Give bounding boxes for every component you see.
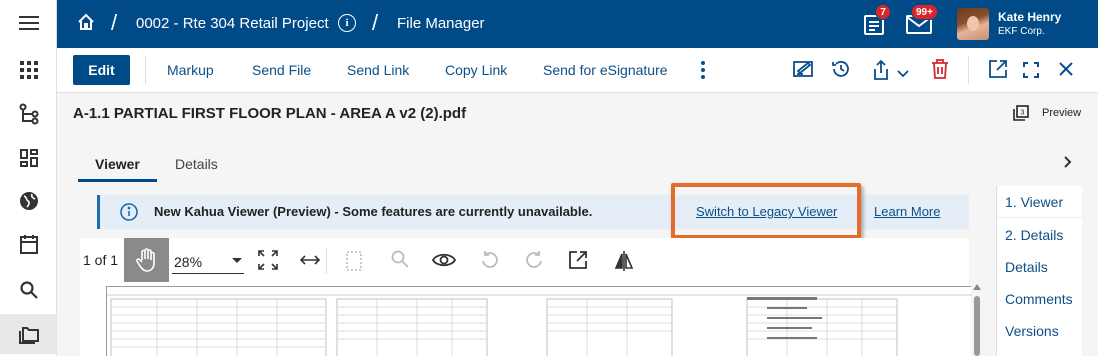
user-org: EKF Corp.: [998, 26, 1045, 37]
section-nav-versions[interactable]: Versions: [1005, 323, 1059, 339]
toolbar-divider: [968, 56, 969, 84]
share-icon[interactable]: [871, 59, 891, 84]
section-nav-details-numbered[interactable]: 2. Details: [1005, 227, 1063, 243]
file-toolbar: Edit Markup Send File Send Link Copy Lin…: [57, 48, 1098, 93]
search-icon[interactable]: [0, 270, 57, 310]
files-icon[interactable]: [0, 314, 57, 354]
chevron-right-icon[interactable]: [1062, 155, 1072, 172]
send-esignature-button[interactable]: Send for eSignature: [543, 62, 668, 78]
zoom-select[interactable]: 28%: [172, 248, 244, 274]
fit-width-icon[interactable]: [299, 253, 321, 270]
chevron-down-icon[interactable]: [897, 65, 909, 81]
globe-icon[interactable]: [0, 181, 57, 221]
section-nav-viewer[interactable]: 1. Viewer: [1005, 194, 1063, 210]
banner-message: New Kahua Viewer (Preview) - Some featur…: [154, 204, 593, 219]
breadcrumb-section: File Manager: [397, 15, 485, 32]
hamburger-menu-icon[interactable]: [0, 3, 57, 43]
info-circle-icon: [120, 203, 138, 224]
history-icon[interactable]: [831, 59, 851, 82]
learn-more-link[interactable]: Learn More: [874, 204, 940, 219]
preview-icon[interactable]: 3: [1013, 105, 1029, 124]
document-scrollbar[interactable]: [973, 282, 981, 356]
compare-icon[interactable]: [614, 250, 634, 275]
section-nav-details[interactable]: Details: [1005, 259, 1048, 275]
calendar-icon[interactable]: [0, 224, 57, 264]
scroll-thumb[interactable]: [974, 296, 980, 356]
delete-icon[interactable]: [931, 59, 949, 82]
section-nav-panel: 1. Viewer 2. Details Details Comments Ve…: [996, 186, 1083, 356]
highlight-annotation: [671, 183, 861, 239]
fullscreen-icon[interactable]: [1023, 62, 1039, 81]
close-icon[interactable]: [1058, 61, 1074, 80]
apps-grid-icon[interactable]: [0, 50, 57, 90]
open-external-icon[interactable]: [988, 59, 1008, 82]
pan-tool-button[interactable]: [124, 238, 169, 282]
send-link-button[interactable]: Send Link: [347, 62, 409, 78]
hierarchy-icon[interactable]: [0, 94, 57, 134]
toolbar-divider: [145, 56, 146, 84]
send-file-button[interactable]: Send File: [252, 62, 311, 78]
zoom-value: 28%: [174, 254, 203, 270]
edit-button[interactable]: Edit: [73, 55, 130, 85]
breadcrumb-separator: /: [372, 10, 379, 35]
rotate-left-icon: [480, 250, 500, 273]
active-tab-indicator: [78, 179, 157, 182]
top-bar: / 0002 - Rte 304 Retail Project i / File…: [57, 0, 1098, 48]
tab-viewer[interactable]: Viewer: [95, 156, 140, 172]
page-indicator: 1 of 1: [83, 252, 119, 268]
scroll-up-icon[interactable]: [973, 284, 981, 290]
fit-page-icon[interactable]: [258, 250, 278, 273]
text-select-icon: [345, 250, 363, 275]
signature-icon[interactable]: [793, 59, 815, 82]
dashboard-icon[interactable]: [0, 138, 57, 178]
document-page[interactable]: [106, 286, 972, 356]
markup-button[interactable]: Markup: [167, 62, 214, 78]
left-rail: [0, 0, 57, 356]
info-icon[interactable]: i: [338, 14, 356, 32]
home-icon[interactable]: [77, 13, 95, 34]
file-title: A-1.1 PARTIAL FIRST FLOOR PLAN - AREA A …: [73, 105, 467, 122]
tab-details[interactable]: Details: [175, 156, 218, 172]
file-title-bar: A-1.1 PARTIAL FIRST FLOOR PLAN - AREA A …: [57, 93, 1098, 135]
preview-label[interactable]: Preview: [1042, 107, 1081, 119]
section-nav-comments[interactable]: Comments: [1005, 291, 1073, 307]
viewer-toolbar-divider: [326, 248, 327, 274]
viewer-toolbar: 1 of 1 28%: [80, 238, 969, 282]
svg-text:3: 3: [1021, 110, 1025, 117]
avatar[interactable]: [957, 8, 989, 40]
more-options-icon[interactable]: [699, 60, 707, 83]
user-name[interactable]: Kate Henry: [998, 10, 1061, 24]
breadcrumb-separator: /: [111, 10, 118, 35]
copy-link-button[interactable]: Copy Link: [445, 62, 507, 78]
open-in-new-icon[interactable]: [568, 250, 588, 273]
caret-down-icon: [232, 258, 242, 263]
document-area[interactable]: [80, 282, 972, 356]
eye-icon[interactable]: [431, 252, 457, 271]
messages-badge: 99+: [911, 4, 938, 20]
breadcrumb-project[interactable]: 0002 - Rte 304 Retail Project: [136, 15, 329, 32]
search-document-icon: [391, 250, 409, 271]
rotate-right-icon: [524, 250, 544, 273]
tasks-badge: 7: [875, 4, 891, 20]
